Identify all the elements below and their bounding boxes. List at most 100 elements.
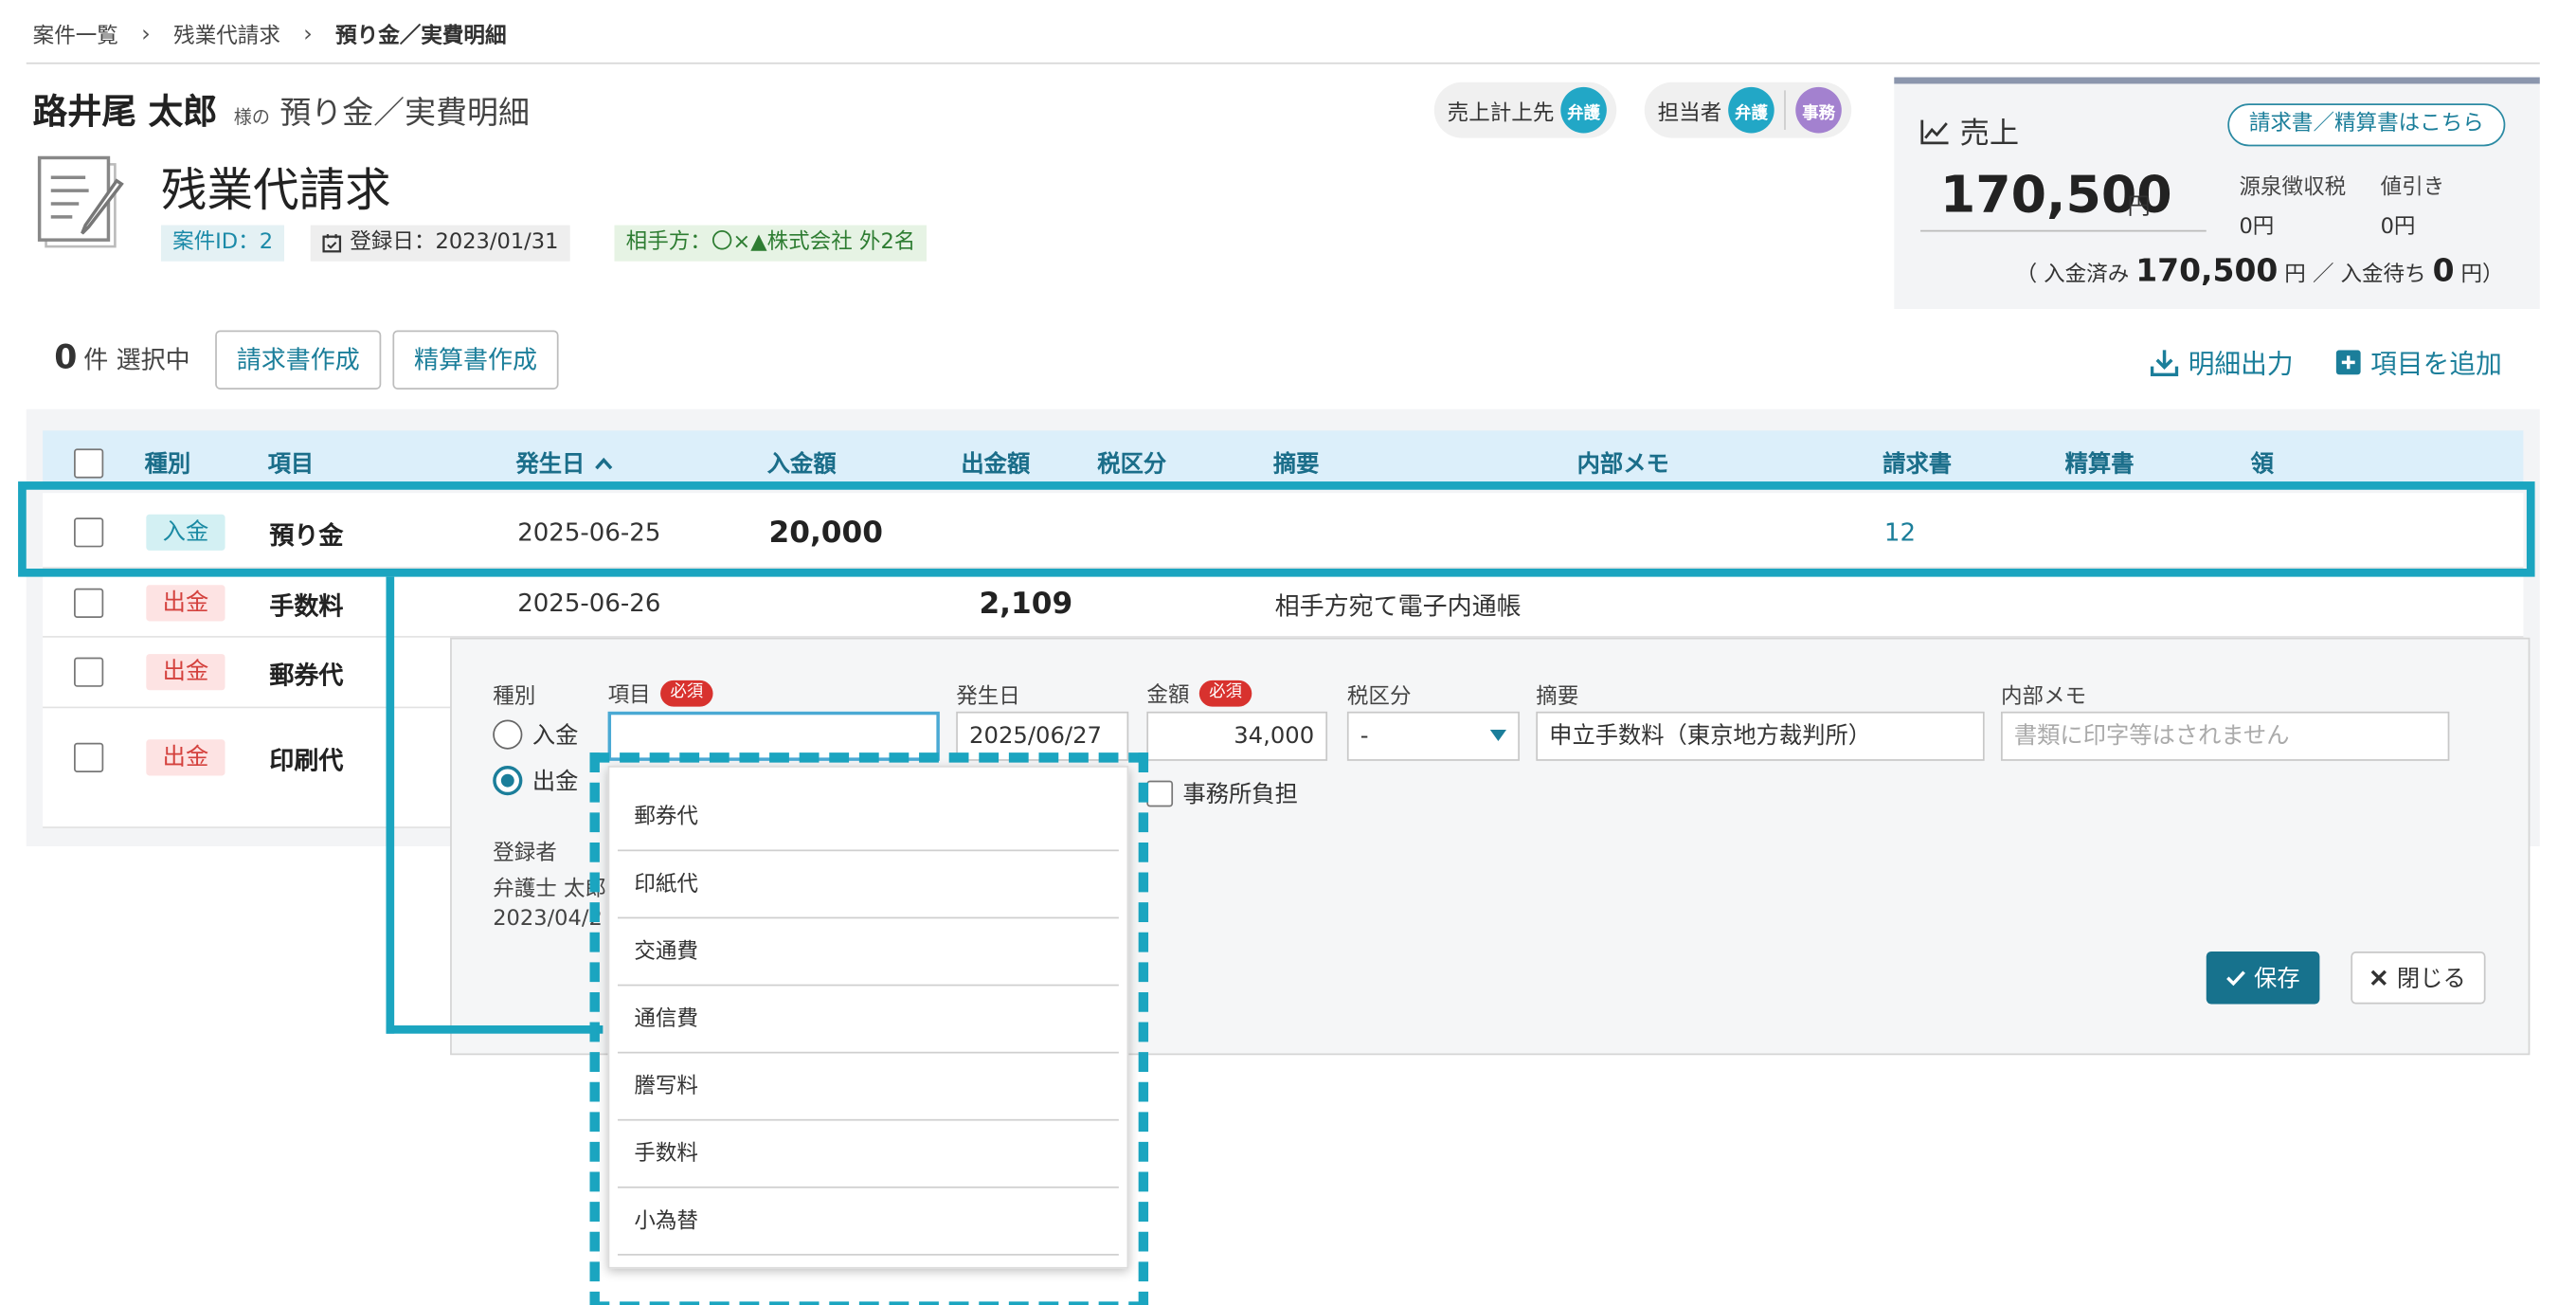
tax-select[interactable]: - — [1346, 711, 1520, 761]
memo-input[interactable]: 書類に印字等はされません — [2001, 711, 2450, 761]
dropdown-option[interactable]: 郵券代 — [617, 784, 1119, 852]
sales-destination-label: 売上計上先 — [1447, 100, 1555, 126]
row-summary: 相手方宛て電子内通帳 — [1274, 591, 1522, 622]
document-edit-icon — [37, 155, 124, 248]
case-title: 残業代請求 — [160, 162, 391, 217]
office-burden-option[interactable]: 事務所負担 — [1146, 777, 1298, 810]
required-badge: 必須 — [1198, 680, 1252, 706]
divider — [1920, 229, 2207, 232]
sales-destination: 売上計上先 弁護 — [1433, 82, 1617, 138]
breadcrumb-case[interactable]: 残業代請求 — [173, 18, 280, 49]
selected-label: 件 選択中 — [83, 345, 190, 375]
close-button[interactable]: 閉じる — [2351, 951, 2486, 1005]
office-staff-badge[interactable]: 事務 — [1795, 86, 1842, 134]
item-label: 項目 必須 — [608, 677, 713, 708]
add-item-label: 項目を追加 — [2370, 348, 2502, 380]
divider — [26, 62, 2540, 64]
paid-unit: 円 ／ — [2284, 263, 2334, 288]
app-screen: 案件一覧 › 残業代請求 › 預り金／実費明細 路井尾 太郎 様の 預り金／実費… — [0, 0, 2576, 1305]
close-icon — [2370, 970, 2387, 986]
withholding-label: 源泉徴収税 — [2239, 175, 2347, 201]
sales-title: 売上 — [1959, 117, 2020, 152]
page-title: 預り金／実費明細 — [279, 95, 530, 132]
summary-input[interactable]: 申立手数料（東京地方裁判所） — [1536, 711, 1985, 761]
selected-count: 0 — [54, 336, 78, 377]
tax-select-value: - — [1360, 722, 1369, 750]
lawyer-badge[interactable]: 弁護 — [1728, 86, 1774, 134]
column-header-date-label: 発生日 — [515, 451, 585, 479]
sales-summary-panel: 売上 請求書／精算書はこちら 170,500 円 源泉徴収税 0円 値引き 0円… — [1894, 77, 2540, 309]
column-header-summary: 摘要 — [1272, 451, 1320, 479]
export-details-link[interactable]: 明細出力 — [2150, 342, 2294, 382]
withdrawal-type-tag: 出金 — [146, 739, 225, 776]
counterparty-tag: 相手方：〇×▲株式会社 外2名 — [614, 225, 928, 262]
select-all-checkbox[interactable] — [74, 448, 104, 479]
dropdown-option[interactable]: 小為替 — [617, 1188, 1119, 1256]
dropdown-option[interactable]: 交通費 — [617, 918, 1119, 987]
selection-count: 0 件 選択中 — [54, 336, 189, 376]
column-header-memo: 内部メモ — [1576, 451, 1669, 479]
create-settlement-button[interactable]: 精算書作成 — [392, 330, 559, 390]
column-header-receipt: 領 — [2250, 451, 2274, 479]
column-header-withdrawal: 出金額 — [961, 451, 1031, 479]
pending-label: 入金待ち — [2340, 263, 2426, 288]
date-label: 発生日 — [956, 685, 1020, 711]
chevron-right-icon: › — [141, 20, 151, 47]
column-header-date[interactable]: 発生日 — [515, 447, 613, 480]
create-invoice-button[interactable]: 請求書作成 — [215, 330, 382, 390]
amount-label-text: 金額 — [1146, 683, 1190, 709]
dropdown-option[interactable]: 謄写料 — [617, 1053, 1119, 1121]
breadcrumb-current: 預り金／実費明細 — [335, 25, 507, 50]
item-label-text: 項目 — [607, 683, 651, 709]
paren-open: （ — [2015, 263, 2038, 288]
sales-yen: 円 — [2127, 193, 2151, 221]
staff-assignees: 担当者 弁護 事務 — [1644, 82, 1852, 138]
row-checkbox[interactable] — [74, 657, 104, 687]
chevron-right-icon: › — [303, 20, 313, 47]
sales-heading: 売上 — [1920, 110, 2019, 153]
row-item: 印刷代 — [269, 746, 344, 776]
memo-label: 内部メモ — [2001, 685, 2087, 711]
paid-label: 入金済み — [2044, 263, 2130, 288]
registered-date: 登録日：2023/01/31 — [350, 229, 559, 255]
pending-unit: 円） — [2460, 263, 2504, 288]
highlight-connector — [386, 576, 603, 1034]
breadcrumb-case-list[interactable]: 案件一覧 — [33, 18, 118, 49]
save-label: 保存 — [2254, 966, 2300, 993]
download-icon — [2150, 349, 2179, 376]
item-dropdown-menu: 郵券代 印紙代 交通費 通信費 謄写料 手数料 小為替 — [607, 766, 1129, 1269]
row-checkbox[interactable] — [74, 742, 104, 772]
row-item: 手数料 — [269, 591, 344, 622]
divider — [1784, 90, 1786, 130]
dropdown-option[interactable]: 印紙代 — [617, 851, 1119, 919]
breadcrumb: 案件一覧 › 残業代請求 › 預り金／実費明細 — [33, 18, 507, 49]
row-item: 郵券代 — [269, 661, 344, 691]
invoice-settlement-link[interactable]: 請求書／精算書はこちら — [2227, 103, 2506, 147]
summary-label: 摘要 — [1536, 685, 1579, 711]
column-header-deposit: 入金額 — [766, 451, 837, 479]
staff-label: 担当者 — [1657, 100, 1722, 126]
row-withdrawal: 2,109 — [979, 587, 1073, 622]
close-label: 閉じる — [2396, 966, 2466, 993]
add-item-link[interactable]: 項目を追加 — [2335, 342, 2502, 382]
column-header-item: 項目 — [267, 451, 315, 479]
payment-status: （ 入金済み 170,500 円 ／ 入金待ち 0 円） — [2016, 253, 2504, 289]
lawyer-badge[interactable]: 弁護 — [1560, 86, 1607, 134]
export-label: 明細出力 — [2188, 348, 2294, 380]
column-header-settlement: 精算書 — [2064, 451, 2135, 479]
row-checkbox[interactable] — [74, 588, 104, 618]
dropdown-option[interactable]: 通信費 — [617, 986, 1119, 1054]
amount-input[interactable]: 34,000 — [1146, 711, 1328, 761]
registered-date-tag: 登録日：2023/01/31 — [310, 225, 570, 262]
office-burden-checkbox[interactable] — [1146, 780, 1174, 807]
case-id-tag: 案件ID：2 — [160, 225, 285, 262]
dropdown-option[interactable]: 手数料 — [617, 1121, 1119, 1188]
office-burden-label: 事務所負担 — [1182, 782, 1298, 809]
withholding-value: 0円 — [2239, 215, 2275, 241]
column-header-invoice: 請求書 — [1882, 451, 1952, 479]
save-button[interactable]: 保存 — [2206, 951, 2320, 1005]
client-header: 路井尾 太郎 様の 預り金／実費明細 — [33, 85, 530, 135]
client-name: 路井尾 太郎 — [32, 92, 218, 132]
pending-value: 0 — [2432, 253, 2455, 290]
discount-value: 0円 — [2380, 215, 2416, 241]
